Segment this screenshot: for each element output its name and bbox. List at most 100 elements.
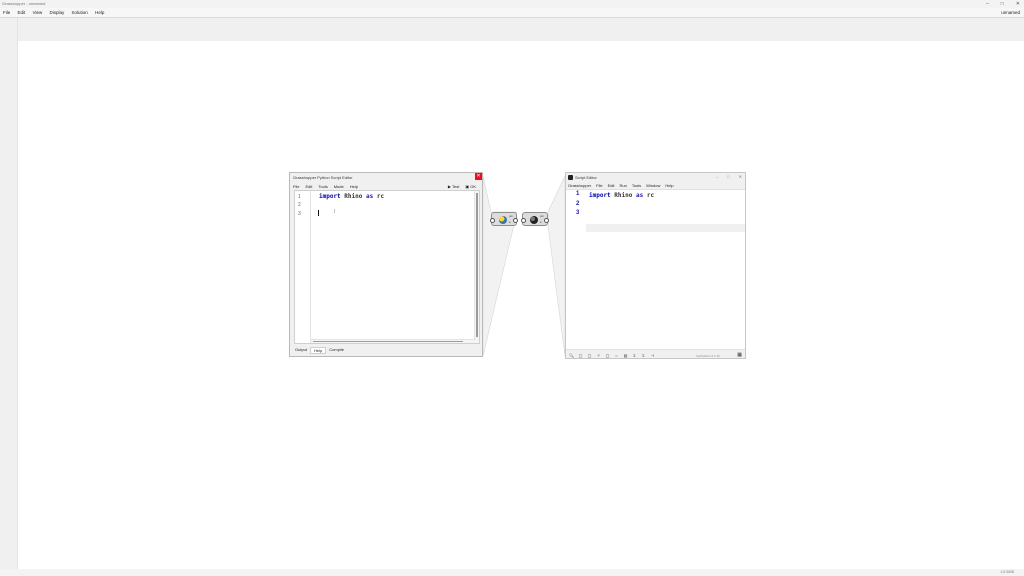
component-output-label: out bbox=[509, 215, 513, 218]
line-number: 3 bbox=[576, 210, 580, 216]
rhino-code-editor[interactable]: 1 2 3 import Rhino as rc bbox=[566, 189, 745, 350]
rhino-editor-title: Script Editor bbox=[575, 175, 597, 180]
line-number: 2 bbox=[576, 201, 580, 207]
rh-menu-tools[interactable]: Tools bbox=[632, 183, 641, 188]
gh-editor-actions: ▶ Test ▣ OK bbox=[448, 184, 476, 189]
gh-vertical-scrollbar[interactable] bbox=[474, 191, 479, 343]
tab-help[interactable]: Help bbox=[310, 347, 327, 354]
rhino-window-controls: – □ ✕ bbox=[716, 174, 742, 179]
output-port[interactable] bbox=[544, 218, 549, 223]
text-caret bbox=[318, 210, 319, 216]
new-file-icon[interactable]: ▢ bbox=[578, 353, 583, 358]
menu-help[interactable]: Help bbox=[92, 8, 107, 17]
tab-output[interactable]: Output bbox=[292, 347, 310, 354]
python-logo-icon bbox=[499, 216, 507, 224]
gh-horizontal-scrollbar[interactable] bbox=[311, 339, 476, 343]
version-label: IronPython 2.7.12 bbox=[696, 354, 720, 358]
menu-edit[interactable]: Edit bbox=[15, 8, 29, 17]
rh-menu-help[interactable]: Help bbox=[665, 183, 673, 188]
menu-file[interactable]: File bbox=[0, 8, 13, 17]
rhino-logo-icon bbox=[568, 175, 573, 180]
line-number: 2 bbox=[298, 202, 301, 208]
maximize-button[interactable]: □ bbox=[727, 174, 729, 179]
rh-menu-run[interactable]: Run bbox=[619, 183, 626, 188]
component-param-label: a bbox=[509, 221, 511, 224]
gh-menu-help[interactable]: Help bbox=[350, 184, 358, 189]
rh-menu-grasshopper[interactable]: Grasshopper bbox=[568, 183, 591, 188]
rh-menu-file[interactable]: File bbox=[596, 183, 602, 188]
close-button[interactable]: ✕ bbox=[739, 174, 742, 179]
python-component[interactable]: out a bbox=[490, 212, 518, 226]
left-panel bbox=[0, 18, 18, 569]
sigma-alt-icon[interactable]: Σ bbox=[641, 353, 646, 358]
gh-menu-mode[interactable]: Mode bbox=[334, 184, 344, 189]
gh-menu-file[interactable]: File bbox=[293, 184, 299, 189]
menu-view[interactable]: View bbox=[30, 8, 46, 17]
ibeam-cursor-icon: I bbox=[334, 209, 336, 215]
minimize-button[interactable]: – bbox=[986, 0, 989, 8]
frame-icon[interactable]: ▢ bbox=[605, 353, 610, 358]
scroll-thumb[interactable] bbox=[313, 341, 463, 342]
gh-editor-close-icon[interactable]: ✕ bbox=[475, 173, 482, 180]
maximize-button[interactable]: □ bbox=[1001, 0, 1004, 8]
menu-solution[interactable]: Solution bbox=[69, 8, 91, 17]
test-label: Test bbox=[451, 184, 460, 189]
list-icon[interactable]: ▤ bbox=[623, 353, 628, 358]
minimize-button[interactable]: – bbox=[716, 174, 718, 179]
document-name[interactable]: unnamed bbox=[1001, 8, 1020, 17]
ok-label: OK bbox=[470, 184, 476, 189]
output-port[interactable] bbox=[513, 218, 518, 223]
rhino-script-editor-window: Script Editor – □ ✕ Grasshopper File Edi… bbox=[565, 172, 746, 359]
test-button[interactable]: ▶ Test bbox=[448, 184, 459, 189]
rh-menu-window[interactable]: Window bbox=[646, 183, 660, 188]
module-name: Rhino bbox=[340, 193, 366, 200]
menu-display[interactable]: Display bbox=[47, 8, 68, 17]
module-name: Rhino bbox=[610, 192, 636, 199]
keyword-import: import bbox=[589, 192, 611, 199]
calendar-icon[interactable]: ▦ bbox=[737, 353, 742, 358]
input-port[interactable] bbox=[521, 218, 526, 223]
line-number: 3 bbox=[298, 211, 301, 217]
alias-name: rc bbox=[643, 192, 655, 199]
main-toolbar bbox=[0, 18, 1024, 41]
alias-name: rc bbox=[373, 193, 385, 200]
window-controls: – □ ✕ bbox=[986, 0, 1020, 8]
indent-icon[interactable]: ⊣ bbox=[650, 353, 655, 358]
tab-compile[interactable]: Compile bbox=[326, 347, 347, 354]
code-line-1: import Rhino as rc bbox=[319, 193, 384, 200]
main-menubar: File Edit View Display Solution Help unn… bbox=[0, 8, 1024, 18]
current-line-highlight bbox=[586, 224, 745, 232]
keyword-import: import bbox=[319, 193, 341, 200]
rh-menu-edit[interactable]: Edit bbox=[608, 183, 615, 188]
circle-icon[interactable]: ○ bbox=[614, 353, 619, 358]
gh-editor-bottom-tabs: Output Help Compile bbox=[292, 347, 347, 354]
app-title: Grasshopper - unnamed bbox=[2, 1, 46, 6]
gh-code-editor[interactable]: 1 2 3 import Rhino as rc I bbox=[294, 190, 480, 344]
close-button[interactable]: ✕ bbox=[1016, 0, 1020, 8]
app-titlebar: Grasshopper - unnamed bbox=[0, 0, 1024, 8]
ok-button[interactable]: ▣ OK bbox=[465, 184, 476, 189]
code-line-1: import Rhino as rc bbox=[589, 192, 654, 199]
zoom-icon[interactable]: 🔍 bbox=[569, 353, 574, 358]
input-port[interactable] bbox=[490, 218, 495, 223]
gh-menu-edit[interactable]: Edit bbox=[305, 184, 312, 189]
status-bar: 1.0.0008 bbox=[0, 569, 1024, 576]
component-output-label: out bbox=[540, 215, 544, 218]
open-file-icon[interactable]: ▢ bbox=[587, 353, 592, 358]
help-icon[interactable]: ? bbox=[596, 353, 601, 358]
component-param-label: a bbox=[540, 221, 542, 224]
gh-editor-title: Grasshopper Python Script Editor bbox=[293, 175, 353, 180]
gh-line-gutter: 1 2 3 bbox=[295, 191, 311, 343]
python-dark-logo-icon bbox=[530, 216, 538, 224]
line-number: 1 bbox=[298, 194, 301, 200]
scroll-thumb[interactable] bbox=[476, 193, 478, 337]
gh-menu-tools[interactable]: Tools bbox=[318, 184, 327, 189]
ghpython-component[interactable]: out a bbox=[521, 212, 549, 226]
sigma-icon[interactable]: Σ bbox=[632, 353, 637, 358]
gh-editor-menubar: File Edit Tools Mode Help bbox=[293, 184, 358, 189]
line-number: 1 bbox=[576, 191, 580, 197]
status-version: 1.0.0008 bbox=[1000, 570, 1014, 574]
gh-python-editor-window: Grasshopper Python Script Editor ✕ File … bbox=[289, 172, 483, 357]
rhino-editor-menubar: Grasshopper File Edit Run Tools Window H… bbox=[568, 183, 674, 188]
grasshopper-canvas[interactable] bbox=[18, 41, 1024, 569]
